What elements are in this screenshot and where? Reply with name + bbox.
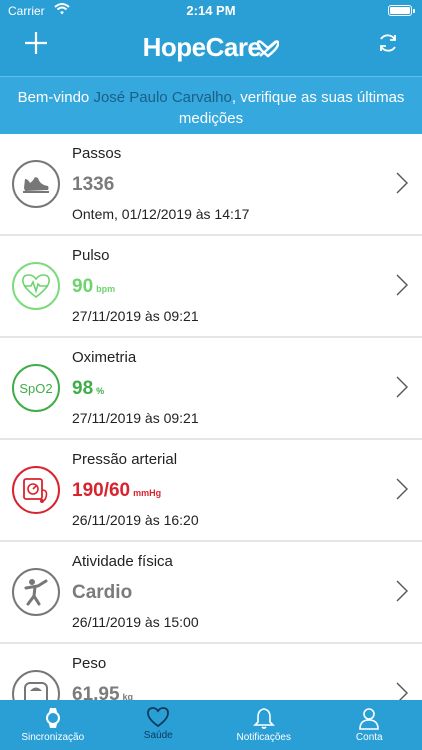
measurement-date: 27/11/2019 às 09:21	[72, 308, 199, 324]
tab-conta[interactable]: Conta	[317, 700, 422, 750]
measurement-title: Passos	[72, 145, 122, 162]
heart-icon	[147, 707, 170, 728]
value-number: 61,95	[72, 684, 120, 700]
tab-label: Notificações	[236, 732, 291, 743]
spo2-icon: SpO2	[12, 364, 60, 412]
welcome-prefix: Bem-vindo	[17, 89, 90, 106]
chevron-right-icon	[396, 478, 408, 500]
measurement-value: 90 bpm	[72, 276, 115, 298]
measurement-title: Peso	[72, 655, 107, 672]
tab-bar: Sincronização Saúde Notificações Conta	[0, 700, 422, 750]
tab-label: Saúde	[143, 730, 173, 741]
user-icon	[359, 708, 380, 730]
measurement-card-pulse[interactable]: Pulso 90 bpm 27/11/2019 às 09:21	[0, 236, 422, 336]
app-logo: HopeCare	[0, 32, 422, 63]
measurement-title: Pulso	[72, 247, 110, 264]
spo2-icon-text: SpO2	[19, 380, 53, 396]
measurement-card-weight[interactable]: Peso 61,95 kg	[0, 644, 422, 700]
chevron-right-icon	[396, 172, 408, 194]
measurement-title: Pressão arterial	[72, 451, 178, 468]
sync-button[interactable]	[376, 31, 400, 55]
measurement-card-oximetry[interactable]: SpO2 Oximetria 98% 27/11/2019 às 09:21	[0, 338, 422, 438]
user-name: José Paulo Carvalho	[93, 89, 232, 106]
measurement-card-physical-activity[interactable]: Atividade física Cardio 26/11/2019 às 15…	[0, 542, 422, 642]
tab-label: Sincronização	[21, 732, 85, 743]
nav-bar: HopeCare	[0, 22, 422, 66]
value-unit: kg	[122, 692, 134, 700]
measurement-date: 26/11/2019 às 16:20	[72, 512, 199, 528]
tab-saude[interactable]: Saúde	[106, 700, 212, 750]
measurement-value: Cardio	[72, 582, 135, 604]
measurement-value: 98%	[72, 378, 104, 400]
tab-sincronizacao[interactable]: Sincronização	[0, 700, 106, 750]
measurement-date: 26/11/2019 às 15:00	[72, 614, 199, 630]
value-unit: mmHg	[133, 488, 162, 498]
stretching-person-icon	[12, 568, 60, 616]
value-number: 98	[72, 378, 94, 399]
measurement-date: Ontem, 01/12/2019 às 14:17	[72, 206, 250, 222]
chevron-right-icon	[396, 274, 408, 296]
value-number: 190/60	[72, 480, 131, 501]
sneaker-icon	[12, 160, 60, 208]
chevron-right-icon	[396, 580, 408, 602]
tab-notificacoes[interactable]: Notificações	[211, 700, 317, 750]
watch-icon	[45, 708, 60, 728]
scale-icon	[12, 670, 60, 700]
measurement-card-blood-pressure[interactable]: Pressão arterial 190/60 mmHg 26/11/2019 à…	[0, 440, 422, 540]
blood-pressure-icon	[12, 466, 60, 514]
value-unit: bpm	[96, 284, 116, 294]
value-unit: %	[96, 386, 105, 396]
welcome-banner: Bem-vindo José Paulo Carvalho, verifique…	[0, 76, 422, 134]
measurement-value: 1336	[72, 174, 117, 196]
value-number: 1336	[72, 174, 115, 195]
chevron-right-icon	[396, 682, 408, 700]
measurement-title: Atividade física	[72, 553, 173, 570]
measurement-value: 61,95 kg	[72, 684, 133, 700]
measurement-title: Oximetria	[72, 349, 137, 366]
measurement-card-steps[interactable]: Passos 1336 Ontem, 01/12/2019 às 14:17	[0, 134, 422, 234]
logo-text: HopeCare	[142, 32, 262, 62]
logo-heart-mark-icon	[257, 40, 280, 58]
heart-pulse-icon	[12, 262, 60, 310]
measurement-value: 190/60 mmHg	[72, 480, 161, 502]
chevron-right-icon	[396, 376, 408, 398]
battery-icon	[388, 5, 415, 16]
value-number: 90	[72, 276, 94, 297]
measurement-date: 27/11/2019 às 09:21	[72, 410, 199, 426]
tab-label: Conta	[355, 732, 383, 743]
status-bar: Carrier 2:14 PM	[0, 0, 422, 22]
value-number: Cardio	[72, 582, 133, 603]
bell-icon	[252, 708, 275, 729]
header: Carrier 2:14 PM HopeCare Bem-vindo José …	[0, 0, 422, 134]
measurements-list: Passos 1336 Ontem, 01/12/2019 às 14:17 P…	[0, 134, 422, 700]
status-time: 2:14 PM	[186, 3, 236, 18]
